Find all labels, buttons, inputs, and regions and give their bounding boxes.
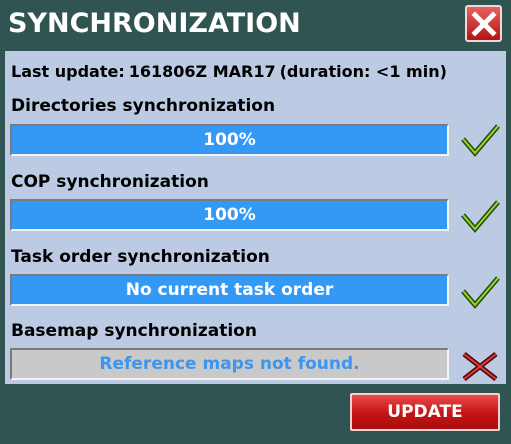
synchronization-dialog: SYNCHRONIZATION Last update: 161806Z MAR1… [0, 0, 511, 444]
checkmark-icon [461, 124, 500, 157]
basemap-sync-progress-text: Reference maps not found. [99, 354, 360, 374]
directories-sync-progress-text: 100% [203, 130, 256, 150]
sync-panel: Last update: 161806Z MAR17 (duration: <1 m… [5, 51, 506, 384]
directories-sync-label: Directories synchronization [11, 96, 276, 116]
basemap-sync-progress-bar: Reference maps not found. [10, 348, 449, 380]
task-order-sync-progress-text: No current task order [125, 280, 334, 300]
last-update-value: 161806Z MAR17 [128, 62, 276, 81]
task-order-sync-label: Task order synchronization [11, 247, 270, 267]
update-button[interactable]: UPDATE [350, 393, 500, 431]
last-update-label: Last update: [11, 62, 125, 81]
checkmark-icon [461, 200, 500, 233]
cop-sync-progress-bar: 100% [10, 199, 449, 231]
close-button[interactable] [465, 5, 502, 42]
cross-icon [462, 352, 498, 381]
checkmark-icon [461, 276, 500, 309]
last-update-line: Last update: 161806Z MAR17 (duration: <1 m… [11, 61, 447, 83]
directories-sync-progress-bar: 100% [10, 124, 449, 156]
cop-sync-label: COP synchronization [11, 172, 209, 192]
last-update-duration: (duration: <1 min) [279, 62, 447, 81]
dialog-title: SYNCHRONIZATION [8, 8, 301, 39]
basemap-sync-label: Basemap synchronization [11, 321, 257, 341]
cop-sync-progress-text: 100% [203, 205, 256, 225]
close-x-icon [470, 10, 497, 37]
task-order-sync-progress-bar: No current task order [10, 274, 449, 306]
